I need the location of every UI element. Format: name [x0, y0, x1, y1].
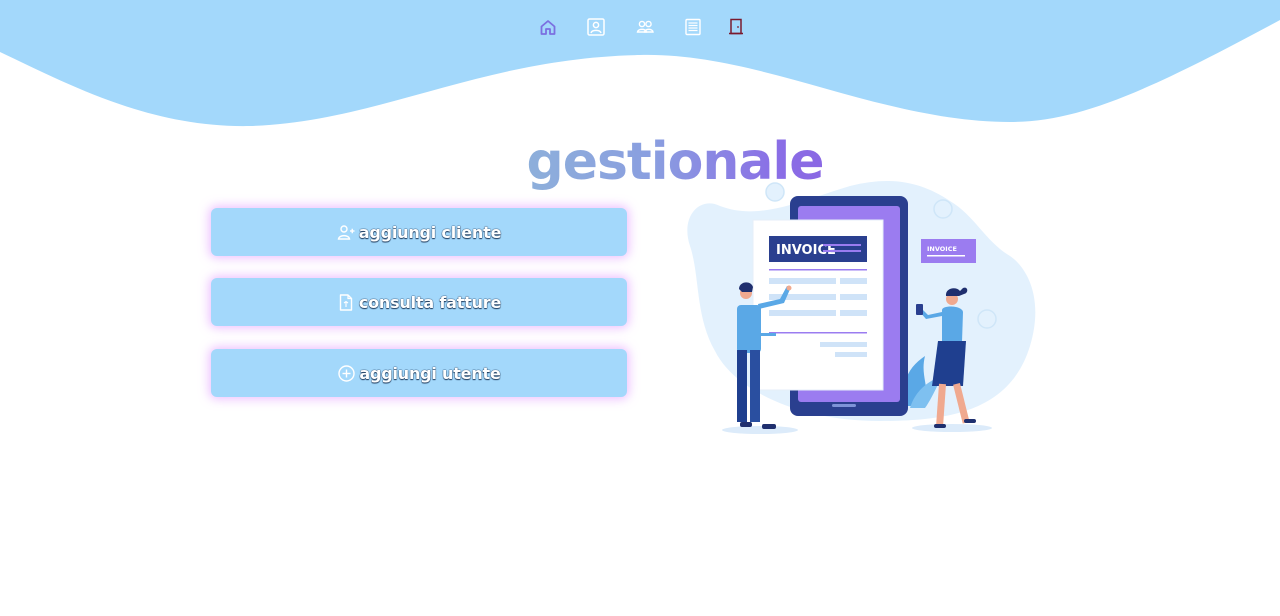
- plus-circle-icon: [337, 364, 355, 382]
- add-client-button[interactable]: aggiungi cliente: [211, 208, 627, 256]
- add-client-label: aggiungi cliente: [358, 222, 502, 242]
- user-profile-icon: [587, 18, 605, 36]
- invoice-tag: INVOICE: [927, 245, 957, 253]
- nav-documents[interactable]: [680, 14, 706, 40]
- logout-door-icon: [729, 18, 743, 35]
- page: gestionale SRL aggiungi cliente consulta…: [0, 0, 1280, 616]
- nav-profile[interactable]: [583, 14, 609, 40]
- nav-logout[interactable]: [723, 14, 749, 40]
- top-nav: [533, 14, 753, 40]
- users-icon: [636, 20, 654, 33]
- nav-users[interactable]: [632, 14, 658, 40]
- nav-home[interactable]: [535, 14, 561, 40]
- home-icon: [540, 20, 556, 35]
- user-plus-icon: [337, 223, 355, 241]
- document-list-icon: [685, 18, 701, 36]
- view-invoices-label: consulta fatture: [358, 292, 502, 312]
- add-user-label: aggiungi utente: [359, 363, 501, 383]
- invoice-illustration: INVOICE INVOICE: [687, 181, 1036, 434]
- add-user-button[interactable]: aggiungi utente: [211, 349, 627, 397]
- view-invoices-button[interactable]: consulta fatture: [211, 278, 627, 326]
- file-icon: [337, 293, 355, 311]
